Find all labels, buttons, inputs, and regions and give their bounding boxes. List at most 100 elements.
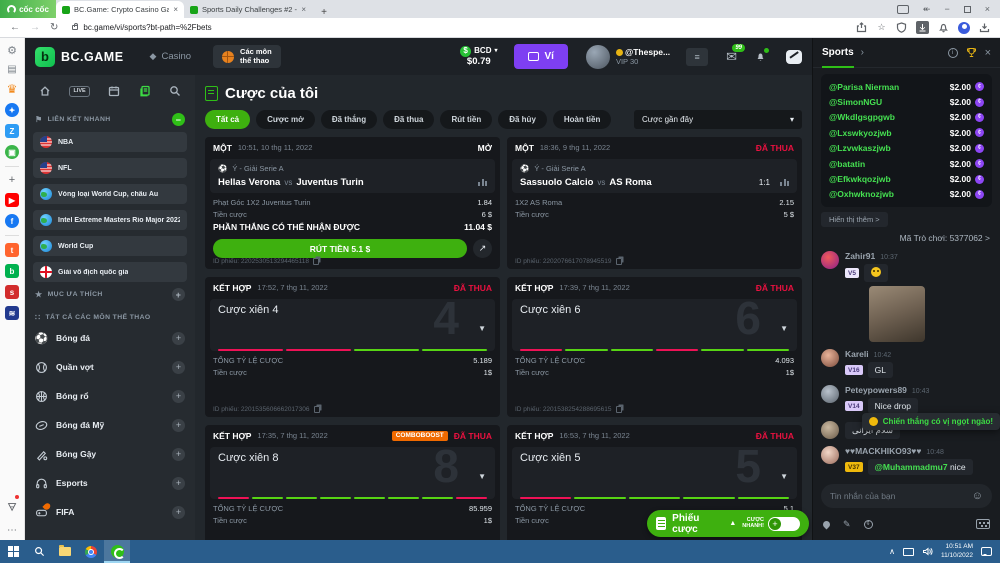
close-chat-icon[interactable]: ×	[985, 47, 991, 59]
tab-bcgame[interactable]: BC.Game: Crypto Casino Gan ×	[56, 1, 184, 18]
tip-row[interactable]: @SimonNGU$2.00¢	[829, 94, 984, 109]
new-tab-button[interactable]: +	[316, 7, 332, 18]
sport-item-football[interactable]: ⚽ Bóng đá +	[35, 328, 185, 348]
start-button[interactable]	[0, 540, 26, 563]
live-tab[interactable]: LIVE	[69, 86, 89, 97]
copy-icon[interactable]	[314, 406, 320, 413]
tab-sports-challenges[interactable]: Sports Daily Challenges #2 - ×	[184, 1, 312, 18]
tip-row[interactable]: @Wkdlgsgpgwb$2.00¢	[829, 110, 984, 125]
game-code-link[interactable]: Mã Trò chơi: 5377062 >	[823, 233, 990, 243]
copy-icon[interactable]	[616, 406, 622, 413]
tab-close-icon[interactable]: ×	[301, 5, 306, 14]
inbox-button[interactable]: ✉99	[726, 49, 737, 65]
filter-won[interactable]: Đã thắng	[321, 110, 377, 129]
gamepad-icon[interactable]: ▣	[5, 145, 19, 159]
tip-row[interactable]: @batatin$2.00¢	[829, 156, 984, 171]
shield-icon[interactable]	[896, 22, 907, 33]
show-more-button[interactable]: Hiển thị thêm >	[821, 212, 888, 227]
reload-button[interactable]: ↻	[50, 22, 58, 33]
close-window-button[interactable]: ×	[985, 4, 990, 14]
sidebar-item-nba[interactable]: NBA	[33, 132, 187, 152]
expand-icon[interactable]: +	[172, 448, 185, 461]
home-icon[interactable]	[39, 85, 51, 97]
coccoc-brand-button[interactable]: cốc cốc	[0, 0, 56, 18]
collapse-button[interactable]: −	[172, 113, 185, 126]
wallet-button[interactable]: Ví	[514, 44, 568, 69]
sport-item-basketball[interactable]: Bóng rổ +	[35, 386, 185, 406]
sidebar-item-world-cup[interactable]: World Cup	[33, 236, 187, 256]
browser-profile-avatar[interactable]	[958, 22, 970, 34]
bet-card-single-lost[interactable]: MỘT 18:36, 9 thg 11, 2022 ĐÃ THUA ⚽Ý - G…	[507, 137, 802, 269]
gif-keyboard-icon[interactable]	[976, 519, 990, 529]
sport-item-tennis[interactable]: Quần vợt +	[35, 357, 185, 377]
expand-caret-icon[interactable]: ▼	[780, 324, 788, 333]
stats-icon[interactable]	[780, 179, 789, 186]
filter-cashout[interactable]: Rút tiền	[440, 110, 492, 129]
filter-open[interactable]: Cược mở	[256, 110, 315, 129]
expand-icon[interactable]: +	[172, 477, 185, 490]
filter-lost[interactable]: Đã thua	[383, 110, 434, 129]
bet-card-combo-8[interactable]: KẾT HỢP 17:35, 7 thg 11, 2022 COMBOBOOST…	[205, 425, 500, 540]
crown-icon[interactable]: ♛	[7, 82, 18, 96]
messenger-icon[interactable]: ✦	[5, 103, 19, 117]
sidebar-item-national-league[interactable]: Giải vô địch quốc gia	[33, 262, 187, 282]
forward-button[interactable]: →	[30, 22, 40, 33]
share-icon[interactable]	[856, 22, 867, 33]
sport-item-cricket[interactable]: Bóng Gậy +	[35, 444, 185, 464]
back-button[interactable]: ←	[10, 22, 20, 33]
url-field[interactable]: bc.game/vi/sports?bt-path=%2Fbets	[72, 23, 846, 32]
file-explorer-icon[interactable]	[52, 540, 78, 563]
chat-image[interactable]	[869, 286, 925, 342]
tab-close-icon[interactable]: ×	[173, 5, 178, 14]
bet-card-combo-4[interactable]: KẾT HỢP 17:52, 7 thg 11, 2022 ĐÃ THUA Cư…	[205, 277, 500, 417]
quick-bet-toggle[interactable]: +	[768, 517, 800, 531]
menu-list-button[interactable]: ≡	[686, 48, 708, 66]
chat-input[interactable]	[830, 491, 966, 501]
tip-coin-icon[interactable]: ¢	[864, 520, 873, 529]
filter-all[interactable]: Tất cả	[205, 110, 250, 129]
expand-caret-icon[interactable]: ▼	[478, 324, 486, 333]
copy-icon[interactable]	[313, 258, 319, 265]
chrome-icon[interactable]	[78, 540, 104, 563]
nav-casino[interactable]: ◆ Casino	[150, 51, 192, 62]
copy-icon[interactable]	[616, 258, 622, 265]
tip-row[interactable]: @Lxswkyozjwb$2.00¢	[829, 125, 984, 140]
expand-icon[interactable]: +	[172, 419, 185, 432]
sidebar-item-nfl[interactable]: NFL	[33, 158, 187, 178]
expand-icon[interactable]: +	[172, 506, 185, 519]
calendar-icon[interactable]	[108, 85, 120, 97]
tip-row[interactable]: @Lzvwkaszjwb$2.00¢	[829, 141, 984, 156]
expand-caret-icon[interactable]: ▼	[478, 472, 486, 481]
sidebar-item-wc-qualifiers[interactable]: Vòng loại World Cup, châu Âu	[33, 184, 187, 204]
download-active-icon[interactable]	[916, 21, 929, 34]
downloads-tray-icon[interactable]	[979, 22, 990, 33]
filter-cancelled[interactable]: Đã hủy	[498, 110, 547, 129]
zalo-icon[interactable]: Z	[5, 124, 19, 138]
blue-tile-icon[interactable]: ≋	[5, 306, 19, 320]
tip-row[interactable]: @Oxhwknozjwb$2.00¢	[829, 187, 984, 202]
notifications-bell-icon[interactable]	[938, 22, 949, 33]
search-icon[interactable]	[169, 85, 181, 97]
bookmark-star-icon[interactable]: ☆	[876, 22, 887, 33]
chat-room-tab[interactable]: Sports	[822, 38, 854, 68]
settings-gear-icon[interactable]: ⚙	[7, 44, 17, 57]
filter-refund[interactable]: Hoàn tiền	[553, 110, 611, 129]
coccoc-taskbar-icon[interactable]	[104, 540, 130, 563]
avatar[interactable]	[821, 385, 839, 403]
tab-search-icon[interactable]	[897, 5, 909, 14]
my-bets-icon[interactable]	[139, 85, 151, 97]
avatar[interactable]	[821, 446, 839, 464]
emoji-picker-icon[interactable]: ☺	[972, 490, 983, 502]
maximize-button[interactable]	[964, 6, 971, 13]
minimize-button[interactable]: −	[944, 4, 949, 14]
rules-pen-icon[interactable]: ✎	[843, 519, 851, 530]
betslip-button[interactable]: Phiếu cược ▲ CƯỢCNHANH! +	[647, 510, 809, 537]
volume-icon[interactable]	[922, 546, 933, 557]
trophy-icon[interactable]	[966, 47, 977, 58]
youtube-icon[interactable]: ▶	[5, 193, 19, 207]
expand-caret-icon[interactable]: ▼	[780, 472, 788, 481]
facebook-icon[interactable]: f	[5, 214, 19, 228]
user-profile[interactable]: @Thespe... VIP 30	[586, 45, 670, 69]
chat-toggle-icon[interactable]	[786, 50, 802, 64]
add-favorite-button[interactable]: +	[172, 288, 185, 301]
